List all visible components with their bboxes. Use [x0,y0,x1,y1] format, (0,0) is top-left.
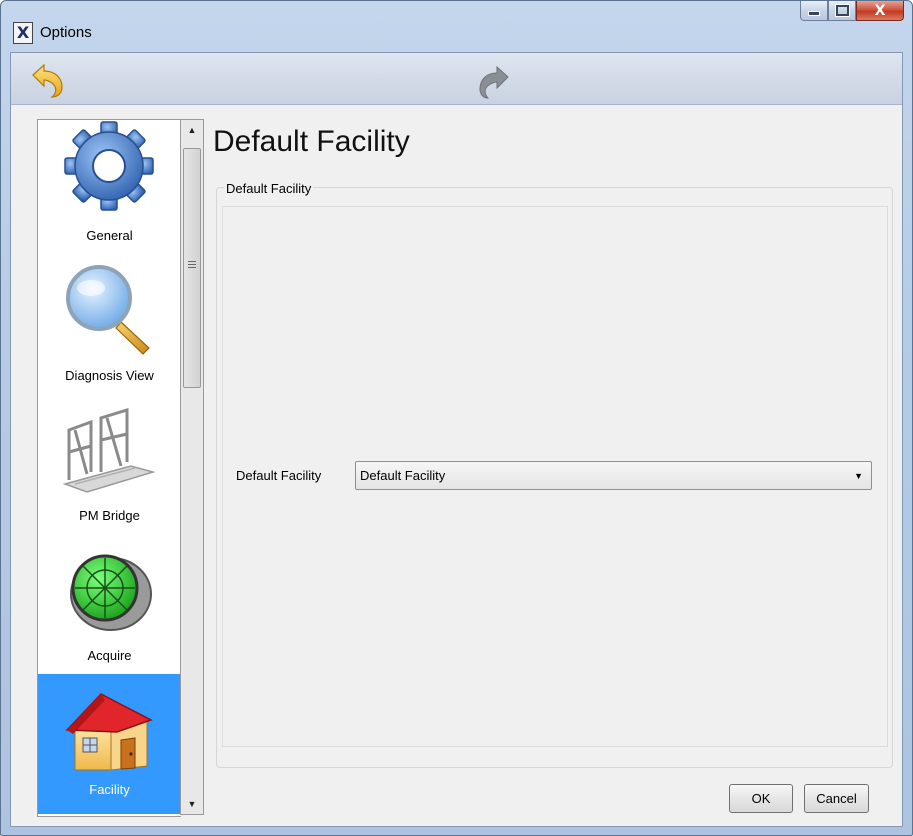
scroll-down-icon[interactable]: ▼ [181,794,203,814]
window-title: Options [40,24,92,41]
options-window: X Options X General Diagnosis View PM Br… [0,0,913,836]
nav-label-acquire: Acquire [87,648,132,663]
category-list-scrollbar[interactable]: ▲ ▼ [180,119,204,815]
nav-label-pm-bridge: PM Bridge [79,508,140,523]
default-facility-dropdown[interactable]: Default Facility ▼ [355,461,872,490]
maximize-button[interactable] [828,1,856,21]
gear-icon [64,121,154,211]
nav-item-acquire[interactable]: Acquire [38,534,181,674]
bridge-icon [62,407,156,493]
nav-item-diagnosis-view[interactable]: Diagnosis View [38,254,181,394]
scrollbar-thumb[interactable] [183,148,201,388]
group-legend: Default Facility [224,181,314,196]
page-title: Default Facility [213,125,410,158]
default-facility-label: Default Facility [236,468,322,483]
nav-label-general: General [86,228,133,243]
nav-item-general[interactable]: General [38,120,181,254]
category-list: General Diagnosis View PM Bridge Acquire… [37,119,181,817]
app-icon: X [13,22,33,44]
nav-item-pm-bridge[interactable]: PM Bridge [38,394,181,534]
window-controls: X [800,1,904,23]
cancel-button[interactable]: Cancel [804,784,869,813]
dialog-client-area: General Diagnosis View PM Bridge Acquire… [10,52,903,827]
scroll-up-icon[interactable]: ▲ [181,120,203,140]
minimize-button[interactable] [800,1,828,21]
dropdown-selected-value: Default Facility [360,468,446,483]
toolbar [11,53,902,105]
forward-arrow-icon[interactable] [477,65,511,99]
nav-label-diagnosis-view: Diagnosis View [65,368,154,383]
target-icon [70,554,152,631]
minimize-icon [808,11,820,16]
nav-item-facility[interactable]: Facility [38,674,181,814]
chevron-down-icon: ▼ [854,471,863,481]
nav-label-facility: Facility [89,782,130,797]
close-icon: X [874,2,886,19]
title-bar[interactable]: X Options X [1,1,912,51]
back-arrow-icon[interactable] [30,63,66,99]
house-icon [65,693,153,771]
ok-button[interactable]: OK [729,784,793,813]
magnifier-icon [66,265,150,355]
maximize-icon [835,5,849,16]
close-button[interactable]: X [856,1,904,21]
scrollbar-grip-icon [188,261,196,269]
